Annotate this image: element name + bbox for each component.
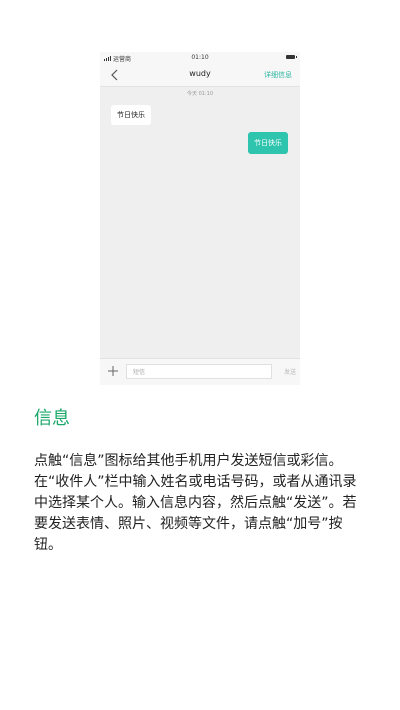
phone-screenshot: 运营商 01:10 wudy 详细信息 今天 01:10 节日快乐 节日快乐 短… <box>100 52 300 385</box>
outgoing-message[interactable]: 节日快乐 <box>248 132 288 154</box>
message-timestamp: 今天 01:10 <box>187 91 213 97</box>
send-button[interactable]: 发送 <box>284 367 296 376</box>
nav-bar: wudy 详细信息 <box>100 64 300 87</box>
composer-bar: 短信 发送 <box>100 358 300 385</box>
message-input-placeholder: 短信 <box>133 369 146 376</box>
status-time: 01:10 <box>191 54 209 61</box>
message-input[interactable]: 短信 <box>126 364 272 379</box>
status-bar: 运营商 01:10 <box>100 52 300 64</box>
add-attachment-button[interactable] <box>106 364 120 378</box>
details-link[interactable]: 详细信息 <box>264 70 292 80</box>
plus-icon <box>108 366 118 376</box>
section-heading: 信息 <box>34 408 70 429</box>
incoming-message[interactable]: 节日快乐 <box>111 105 151 125</box>
section-description: 点触“信息”图标给其他手机用户发送短信或彩信。在“收件人”栏中输入姓名或电话号码… <box>34 453 357 553</box>
battery-icon <box>286 55 297 59</box>
